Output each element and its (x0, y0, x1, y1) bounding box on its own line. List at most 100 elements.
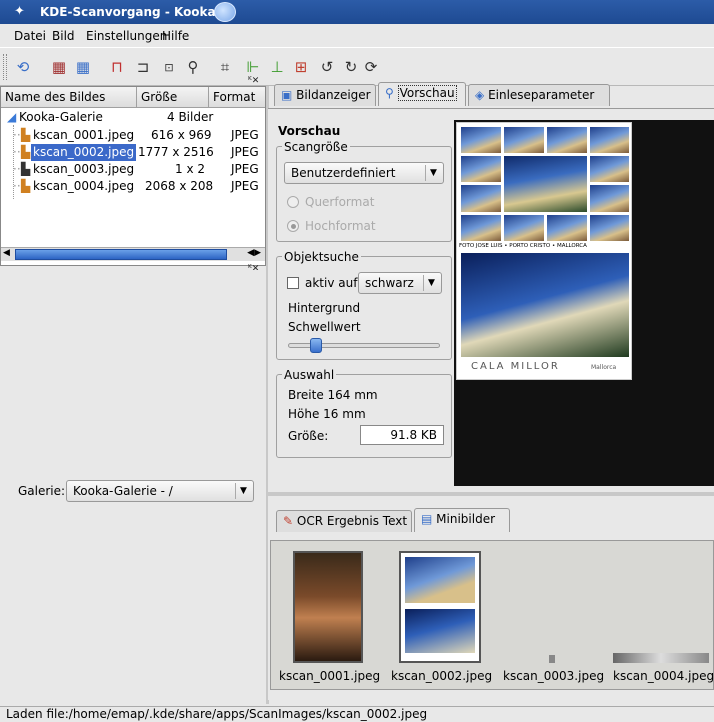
mirror-both-icon[interactable]: ⊞ (290, 56, 312, 78)
thumbnails-icon: ▤ (421, 512, 433, 526)
scrollbar-thumb[interactable] (15, 249, 227, 260)
ocr-icon[interactable]: ⊓ (106, 56, 128, 78)
tab-einleseparameter[interactable]: ◈ Einleseparameter (468, 84, 610, 106)
schwellwert-label: Schwellwert (288, 320, 361, 334)
hoehe-label: Höhe 16 mm (288, 407, 366, 421)
image-file-icon: ▙ (21, 179, 31, 193)
zoom-original-icon[interactable]: ⊡ (158, 56, 180, 78)
image-file-icon: ▙ (21, 145, 31, 159)
file-name: kscan_0003.jpeg (33, 162, 135, 176)
magnifier-icon: ⚲ (385, 86, 394, 100)
file-name: kscan_0002.jpeg (31, 144, 137, 161)
thumbnail-area: kscan_0001.jpeg kscan_0002.jpeg kscan_00… (270, 540, 714, 690)
table-row[interactable]: ·· ▙ kscan_0004.jpeg 2068 x 208 JPEG (1, 178, 265, 195)
thumbnail-image[interactable] (613, 653, 709, 663)
file-format: JPEG (231, 128, 259, 142)
scroll-left-icon[interactable]: ◀ (3, 248, 10, 258)
ocr-selection-icon[interactable]: ⊐ (132, 56, 154, 78)
crop-icon[interactable]: ⌗ (214, 56, 236, 78)
column-header-name[interactable]: Name des Bildes (1, 87, 137, 108)
preview-image: FOTO JOSE LUIS • PORTO CRISTO • MALLORCA… (456, 122, 632, 380)
rotate-180-icon[interactable]: ⟳ (360, 56, 382, 78)
menu-hilfe[interactable]: Hilfe (162, 29, 189, 43)
horizontal-scrollbar[interactable]: ◀ ◀▶ (1, 247, 265, 261)
farbe-combo[interactable]: schwarz ▼ (358, 272, 442, 294)
hochformat-radio[interactable] (287, 220, 299, 232)
menu-einstellungen[interactable]: Einstellungen (86, 29, 167, 43)
gallery-selector-panel: Galerie: Kooka-Galerie - / ▼ (0, 270, 266, 700)
objektsuche-title: Objektsuche (282, 250, 361, 264)
app-swirl-icon (214, 2, 236, 22)
menu-bild[interactable]: Bild (52, 29, 75, 43)
thumbnail-image[interactable] (549, 655, 555, 663)
file-size: 2068 x 208 (145, 179, 214, 193)
galerie-combo[interactable]: Kooka-Galerie - / ▼ (66, 480, 254, 502)
table-row-selected[interactable]: ·· ▙ kscan_0002.jpeg 1777 x 2516 JPEG (1, 144, 265, 161)
kde-logo-icon[interactable]: ✦ (14, 4, 30, 20)
table-row[interactable]: ·· ▙ kscan_0001.jpeg 616 x 969 JPEG (1, 127, 265, 144)
mirror-vertical-icon[interactable]: ⊩ (242, 56, 264, 78)
menu-bar: Datei Bild Einstellungen Hilfe (0, 24, 714, 48)
folder-icon: ◢ (7, 110, 17, 124)
hintergrund-label: Hintergrund (288, 301, 361, 315)
file-size: 616 x 969 (151, 128, 212, 142)
image-file-icon: ▙ (21, 128, 31, 142)
file-name: kscan_0004.jpeg (33, 179, 135, 193)
column-header-size[interactable]: Größe (137, 87, 209, 108)
gallery-panel: Name des Bildes Größe Format ◢ Kooka-Gal… (0, 86, 266, 266)
scan-save-icon[interactable]: ▦ (72, 56, 94, 78)
table-row[interactable]: ·· ▙ kscan_0003.jpeg 1 x 2 JPEG (1, 161, 265, 178)
mirror-horizontal-icon[interactable]: ⊥ (266, 56, 288, 78)
zoom-icon[interactable]: ⚲ (182, 56, 204, 78)
auswahl-title: Auswahl (282, 368, 337, 382)
column-header-format[interactable]: Format (209, 87, 265, 108)
postcard-caption: FOTO JOSE LUIS • PORTO CRISTO • MALLORCA (459, 243, 587, 249)
file-format: JPEG (231, 145, 259, 159)
querformat-label: Querformat (305, 195, 375, 209)
aktiv-checkbox[interactable] (287, 277, 299, 289)
rotate-right-icon[interactable]: ↻ (340, 56, 362, 78)
scangroesse-title: Scangröße (282, 140, 350, 154)
gallery-root-count: 4 Bilder (167, 110, 214, 124)
file-format: JPEG (231, 179, 259, 193)
tab-vorschau[interactable]: ⚲ Vorschau (378, 82, 466, 106)
thumbnail-label: kscan_0002.jpeg (391, 669, 493, 683)
preview-scan-icon[interactable]: ⟲ (12, 56, 34, 78)
title-bar: ✦ KDE-Scanvorgang - Kooka (0, 0, 714, 24)
image-file-icon: ▙ (21, 162, 31, 176)
breite-label: Breite 164 mm (288, 388, 378, 402)
scroll-right-icon[interactable]: ◀▶ (247, 248, 261, 258)
thumbnail-label: kscan_0001.jpeg (279, 669, 381, 683)
image-viewer-icon: ▣ (281, 88, 293, 102)
rotate-left-icon[interactable]: ↺ (316, 56, 338, 78)
gallery-root-name: Kooka-Galerie (19, 110, 103, 124)
thumbnail-image[interactable] (399, 551, 481, 663)
scan-icon[interactable]: ▦ (48, 56, 70, 78)
file-size: 1777 x 2516 (138, 145, 214, 159)
tab-ocr-ergebnis[interactable]: ✎ OCR Ergebnis Text (276, 510, 412, 532)
vorschau-heading: Vorschau (278, 124, 341, 138)
schwellwert-slider-handle[interactable] (310, 338, 322, 353)
file-size: 1 x 2 (175, 162, 205, 176)
tab-minibilder[interactable]: ▤ Minibilder (414, 508, 510, 532)
file-name: kscan_0001.jpeg (33, 128, 135, 142)
chevron-down-icon: ▼ (425, 165, 441, 181)
hochformat-label: Hochformat (305, 219, 376, 233)
postcard-subtitle: Mallorca (591, 364, 617, 371)
toolbar-grip[interactable] (3, 54, 7, 80)
tab-bildanzeiger[interactable]: ▣ Bildanzeiger (274, 84, 376, 106)
chevron-down-icon: ▼ (423, 275, 439, 291)
menu-datei[interactable]: Datei (14, 29, 46, 43)
groesse-value: 91.8 KB (360, 425, 444, 445)
galerie-label: Galerie: (18, 484, 66, 498)
thumbnail-image[interactable] (293, 551, 363, 663)
querformat-radio[interactable] (287, 196, 299, 208)
toolbar: ⟲ ▦ ▦ ⊓ ⊐ ⊡ ⚲ ⌗ ⊩ ⊥ ⊞ ↺ ↻ ⟳ (0, 48, 714, 86)
postcard-title: CALA MILLOR (471, 361, 560, 372)
gallery-root-row[interactable]: ◢ Kooka-Galerie 4 Bilder (1, 109, 265, 126)
scanner-icon: ◈ (475, 88, 485, 102)
close-panel-icon[interactable]: ᴷ✕ (248, 76, 259, 86)
scangroesse-combo[interactable]: Benutzerdefiniert ▼ (284, 162, 444, 184)
ocr-text-icon: ✎ (283, 514, 294, 528)
status-bar: Laden file:/home/emap/.kde/share/apps/Sc… (0, 706, 714, 722)
